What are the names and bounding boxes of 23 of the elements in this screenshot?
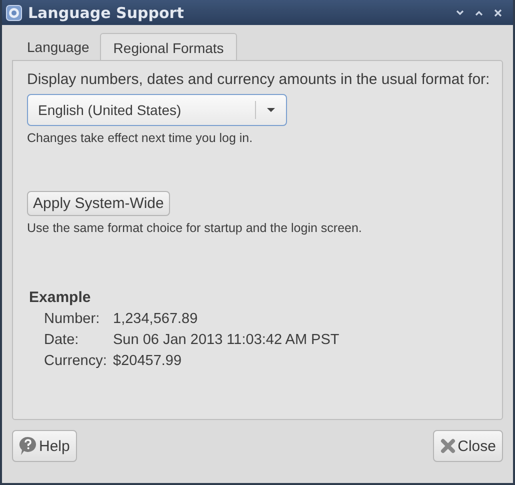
help-button[interactable]: Help — [12, 430, 77, 462]
caret-icon — [266, 107, 276, 113]
apply-button[interactable]: Apply System-Wide — [27, 191, 170, 216]
field-label: Date: — [44, 332, 80, 348]
tab[interactable]: Language — [16, 33, 100, 60]
close-button[interactable]: Close — [432, 430, 503, 462]
window-title: Language Support — [28, 4, 185, 22]
field-value: Sun 06 Jan 2013 11:03:42 AM PST — [113, 332, 340, 348]
close-icon — [440, 438, 456, 454]
field-label: Currency: — [44, 353, 108, 369]
section-heading: Example — [29, 289, 92, 306]
minimize-icon[interactable] — [455, 8, 465, 16]
help-icon — [19, 436, 37, 456]
field-value: $20457.99 — [113, 353, 183, 369]
maximize-icon[interactable] — [474, 8, 484, 16]
field-label: Number: — [44, 311, 101, 327]
format-dropdown[interactable]: English (United States) — [27, 94, 287, 126]
note-text: Use the same format choice for startup and the login screen. — [27, 221, 363, 235]
close-icon[interactable] — [493, 8, 503, 18]
tab[interactable]: Regional Formats — [100, 33, 237, 60]
prompt-text: Display numbers, dates and currency amounts in the usual format for: — [27, 71, 488, 88]
note-text: Changes take effect next time you log in. — [27, 131, 254, 145]
field-value: 1,234,567.89 — [113, 311, 199, 327]
